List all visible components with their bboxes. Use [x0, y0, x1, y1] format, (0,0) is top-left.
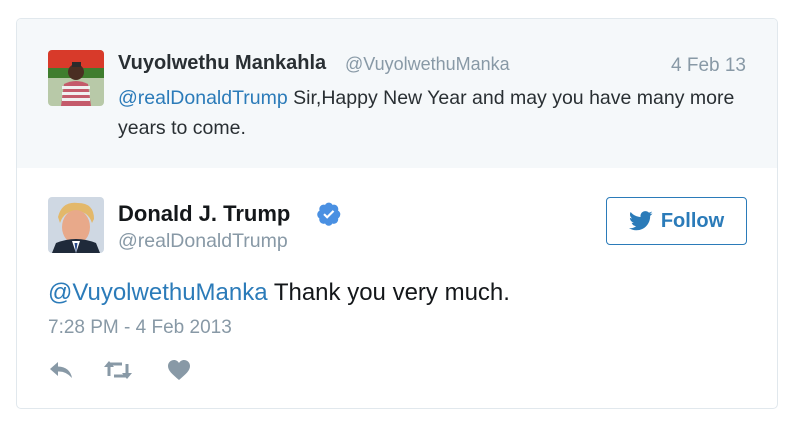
tweet-mention-link[interactable]: @VuyolwethuManka: [48, 279, 268, 306]
retweet-icon[interactable]: [103, 359, 133, 381]
reply-mention-link[interactable]: @realDonaldTrump: [118, 87, 288, 109]
follow-button[interactable]: Follow: [606, 197, 747, 245]
reply-author-name[interactable]: Vuyolwethu Mankahla: [118, 52, 326, 75]
verified-badge-icon: [317, 202, 341, 226]
tweet-body-text: Thank you very much.: [267, 279, 510, 306]
follow-label: Follow: [660, 209, 725, 232]
reply-icon[interactable]: [48, 359, 74, 381]
in-reply-to-tweet[interactable]: Vuyolwethu Mankahla @VuyolwethuManka 4 F…: [17, 19, 777, 168]
reply-author-handle[interactable]: @VuyolwethuManka: [345, 54, 510, 75]
reply-tweet-text: @realDonaldTrump Sir,Happy New Year and …: [118, 83, 758, 143]
heart-icon[interactable]: [167, 359, 191, 381]
author-avatar[interactable]: [48, 197, 104, 253]
tweet-timestamp[interactable]: 7:28 PM - 4 Feb 2013: [48, 317, 232, 339]
tweet-text: @VuyolwethuManka Thank you very much.: [48, 279, 510, 307]
reply-date[interactable]: 4 Feb 13: [671, 55, 746, 77]
reply-author-avatar[interactable]: [48, 50, 104, 106]
embedded-tweet-card: Vuyolwethu Mankahla @VuyolwethuManka 4 F…: [16, 18, 778, 409]
author-name[interactable]: Donald J. Trump: [118, 201, 290, 227]
twitter-bird-icon: [628, 211, 653, 231]
author-handle[interactable]: @realDonaldTrump: [118, 230, 288, 253]
